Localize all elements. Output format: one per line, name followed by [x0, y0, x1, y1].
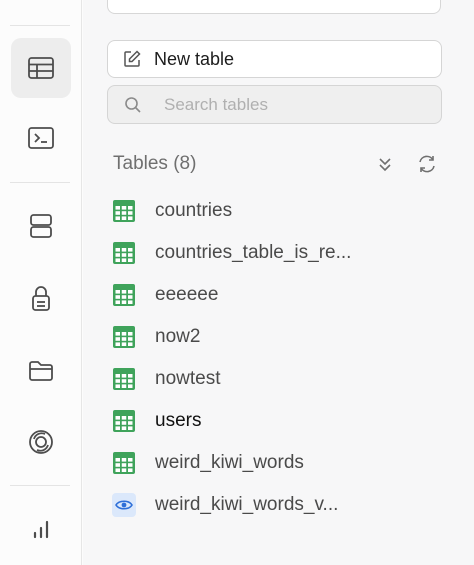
schema-selector[interactable]	[107, 0, 441, 14]
table-icon	[113, 242, 135, 264]
table-name: weird_kiwi_words	[155, 452, 304, 473]
table-icon	[113, 368, 135, 390]
reports-button[interactable]	[11, 498, 71, 558]
table-list-item[interactable]: now2	[111, 316, 451, 358]
table-icon-wrap	[111, 282, 137, 308]
edit-icon	[124, 50, 141, 67]
table-list-item[interactable]: users	[111, 400, 451, 442]
table-icon	[113, 452, 135, 474]
table-name: nowtest	[155, 368, 221, 389]
chevrons-down-icon	[379, 158, 391, 172]
database-button[interactable]	[11, 196, 71, 256]
refresh-button[interactable]	[415, 152, 439, 176]
table-list-item[interactable]: eeeeee	[111, 274, 451, 316]
storage-button[interactable]	[11, 340, 71, 400]
rail-divider	[10, 485, 70, 486]
realtime-button[interactable]	[11, 412, 71, 472]
table-icon	[113, 200, 135, 222]
search-icon	[125, 96, 141, 113]
table-list-item[interactable]: weird_kiwi_words	[111, 442, 451, 484]
database-icon	[30, 214, 52, 238]
rail-divider	[10, 25, 70, 26]
table-list-item[interactable]: countries_table_is_re...	[111, 232, 451, 274]
bar-chart-icon	[33, 520, 49, 539]
terminal-icon	[28, 127, 54, 149]
table-icon-wrap	[111, 450, 137, 476]
refresh-icon	[419, 155, 435, 173]
table-icon	[113, 410, 135, 432]
table-name: weird_kiwi_words_v...	[155, 494, 339, 515]
new-table-button[interactable]: New table	[107, 40, 442, 78]
table-name: countries	[155, 200, 233, 221]
new-table-label: New table	[154, 48, 235, 69]
realtime-icon	[29, 430, 53, 454]
view-icon-wrap	[111, 492, 137, 518]
table-icon-wrap	[111, 408, 137, 434]
lock-icon	[32, 286, 50, 311]
rail-divider	[10, 182, 70, 183]
tables-list: countries countries_table_is_re...eeeeee n…	[111, 190, 451, 526]
auth-button[interactable]	[11, 268, 71, 328]
table-icon	[113, 284, 135, 306]
table-name: users	[155, 410, 202, 431]
table-list-item[interactable]: nowtest	[111, 358, 451, 400]
table-list-item[interactable]: countries	[111, 190, 451, 232]
tables-panel: New table Tables (8) countries countries_…	[83, 0, 474, 565]
table-icon-wrap	[111, 324, 137, 350]
table-list-item[interactable]: weird_kiwi_words_v...	[111, 484, 451, 526]
search-tables-field[interactable]	[107, 85, 442, 124]
table-editor-button[interactable]	[11, 38, 71, 98]
table-name: eeeeee	[155, 284, 219, 305]
view-eye-icon	[112, 493, 136, 517]
sql-editor-button[interactable]	[11, 108, 71, 168]
table-name: now2	[155, 326, 201, 347]
table-icon-wrap	[111, 198, 137, 224]
tables-section-title: Tables (8)	[113, 153, 197, 174]
table-icon	[113, 326, 135, 348]
table-name: countries_table_is_re...	[155, 242, 352, 263]
table-icon-wrap	[111, 366, 137, 392]
icon-rail	[0, 0, 82, 565]
tables-section-header: Tables (8)	[113, 150, 443, 178]
table-icon-wrap	[111, 240, 137, 266]
search-tables-input[interactable]	[164, 94, 404, 115]
table-editor-icon	[28, 57, 54, 79]
folder-icon	[29, 361, 53, 381]
collapse-button[interactable]	[373, 152, 397, 176]
